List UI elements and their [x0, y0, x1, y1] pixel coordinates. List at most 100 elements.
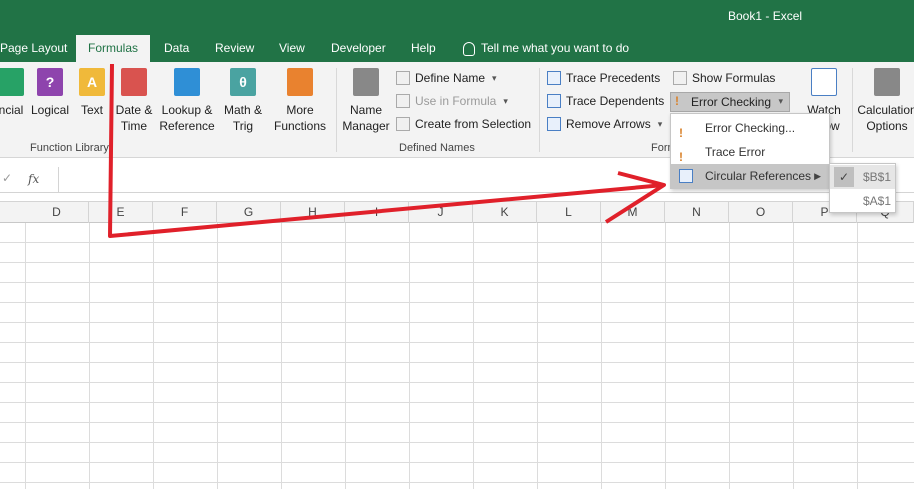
column-header-i[interactable]: I [345, 202, 409, 223]
lookup-reference-button[interactable]: Lookup & Reference [158, 68, 216, 134]
submenu-item-label: $A$1 [863, 194, 892, 208]
lookup-label-2: Reference [159, 119, 215, 133]
lookup-label-1: Lookup & [161, 103, 213, 117]
tab-view[interactable]: View [279, 35, 305, 62]
use-in-formula-label: Use in Formula [415, 94, 497, 108]
more-functions-button[interactable]: More Functions [268, 68, 332, 134]
more-functions-icon [287, 68, 313, 96]
tag-icon [396, 71, 410, 85]
column-header-h[interactable]: H [281, 202, 345, 223]
show-formulas-label: Show Formulas [692, 71, 776, 85]
column-header-f[interactable]: F [153, 202, 217, 223]
remove-arrows-label: Remove Arrows [566, 117, 651, 131]
warning-icon: ! [679, 126, 683, 140]
name-manager-label-1: Name [349, 103, 382, 117]
remove-arrows-button[interactable]: Remove Arrows ▾ [547, 114, 662, 134]
math-label-2: Trig [232, 119, 254, 133]
column-header-g[interactable]: G [217, 202, 281, 223]
calculation-label-2: Options [866, 119, 908, 133]
text-button[interactable]: A Text [76, 68, 108, 118]
date-time-label-2: Time [120, 119, 148, 133]
more-label-2: Functions [273, 119, 327, 133]
tab-data[interactable]: Data [164, 35, 189, 62]
tab-formulas[interactable]: Formulas [76, 35, 151, 62]
chevron-right-icon: ▶ [814, 171, 821, 181]
show-formulas-button[interactable]: Show Formulas [673, 68, 775, 88]
warning-icon: ! [675, 94, 679, 108]
trace-precedents-button[interactable]: Trace Precedents [547, 68, 660, 88]
financial-icon [0, 68, 24, 96]
grid-icon [396, 117, 410, 131]
date-time-label-1: Date & [115, 103, 153, 117]
name-manager-label-2: Manager [342, 119, 390, 133]
financial-label: ncial [0, 103, 24, 117]
trace-dependents-button[interactable]: Trace Dependents [547, 91, 664, 111]
lookup-icon [174, 68, 200, 96]
trace-precedents-icon [547, 71, 561, 85]
error-checking-label: Error Checking [691, 95, 772, 109]
column-header-d[interactable]: D [25, 202, 89, 223]
column-header-l[interactable]: L [537, 202, 601, 223]
calculation-label-1: Calculation [857, 103, 914, 117]
name-manager-button[interactable]: Name Manager [340, 68, 392, 134]
column-header-n[interactable]: N [665, 202, 729, 223]
text-icon: A [79, 68, 105, 96]
group-divider [852, 68, 853, 152]
error-checking-menu: ! Error Checking... ! Trace Error Circul… [670, 113, 830, 189]
glasses-icon [811, 68, 837, 96]
error-checking-button[interactable]: ! Error Checking ▾ [670, 92, 790, 112]
name-manager-icon [353, 68, 379, 96]
remove-arrows-icon [547, 117, 561, 131]
tab-review[interactable]: Review [215, 35, 254, 62]
menu-item-trace-error[interactable]: ! Trace Error [671, 140, 829, 164]
function-library-group-label: Function Library [30, 142, 109, 154]
logical-icon: ? [37, 68, 63, 96]
tab-developer[interactable]: Developer [331, 35, 386, 62]
define-name-button[interactable]: Define Name ▾ [396, 68, 497, 88]
calculator-icon [874, 68, 900, 96]
column-header-j[interactable]: J [409, 202, 473, 223]
submenu-item-b1[interactable]: ✓ $B$1 [830, 165, 895, 189]
cancel-icon[interactable]: ✓ [2, 171, 12, 185]
tab-page-layout[interactable]: Page Layout [0, 35, 67, 62]
chevron-down-icon: ▾ [657, 119, 663, 129]
use-in-formula-button[interactable]: Use in Formula ▾ [396, 91, 508, 111]
tell-me-box[interactable]: Tell me what you want to do [463, 35, 629, 62]
group-divider [539, 68, 540, 152]
column-header-row: D E F G H I J K L M N O P Q [0, 201, 914, 223]
define-name-label: Define Name [415, 71, 486, 85]
chevron-down-icon: ▾ [778, 96, 783, 106]
menu-item-circular-references[interactable]: Circular References ▶ [671, 164, 829, 188]
chevron-down-icon: ▾ [503, 96, 508, 106]
tab-help[interactable]: Help [411, 35, 436, 62]
lightbulb-icon [463, 41, 475, 56]
create-from-selection-button[interactable]: Create from Selection [396, 114, 531, 134]
trace-dependents-label: Trace Dependents [566, 94, 665, 108]
column-header-e[interactable]: E [89, 202, 153, 223]
group-divider [336, 68, 337, 152]
fx-icon [396, 94, 410, 108]
math-trig-button[interactable]: θ Math & Trig [220, 68, 266, 134]
column-header-o[interactable]: O [729, 202, 793, 223]
tell-me-label: Tell me what you want to do [481, 41, 630, 55]
logical-button[interactable]: ? Logical [30, 68, 70, 118]
logical-label: Logical [30, 103, 70, 117]
menu-item-error-checking[interactable]: ! Error Checking... [671, 116, 829, 140]
submenu-item-label: $B$1 [863, 170, 892, 184]
cell-grid[interactable] [0, 223, 914, 489]
math-label-1: Math & [223, 103, 262, 117]
window-title: Book1 - Excel [728, 9, 803, 23]
financial-button[interactable]: ncial [0, 68, 28, 118]
checkmark-icon: ✓ [834, 167, 854, 187]
date-time-button[interactable]: Date & Time [114, 68, 154, 134]
column-header-m[interactable]: M [601, 202, 665, 223]
calculation-options-button[interactable]: Calculation Options [856, 68, 914, 134]
warning-icon: ! [679, 150, 683, 164]
theta-icon: θ [230, 68, 256, 96]
menu-item-label: Error Checking... [705, 121, 796, 135]
trace-dependents-icon [547, 94, 561, 108]
submenu-item-a1[interactable]: $A$1 [830, 189, 895, 213]
insert-function-icon[interactable]: fx [28, 172, 39, 186]
menu-item-label: Circular References [705, 169, 812, 183]
column-header-k[interactable]: K [473, 202, 537, 223]
